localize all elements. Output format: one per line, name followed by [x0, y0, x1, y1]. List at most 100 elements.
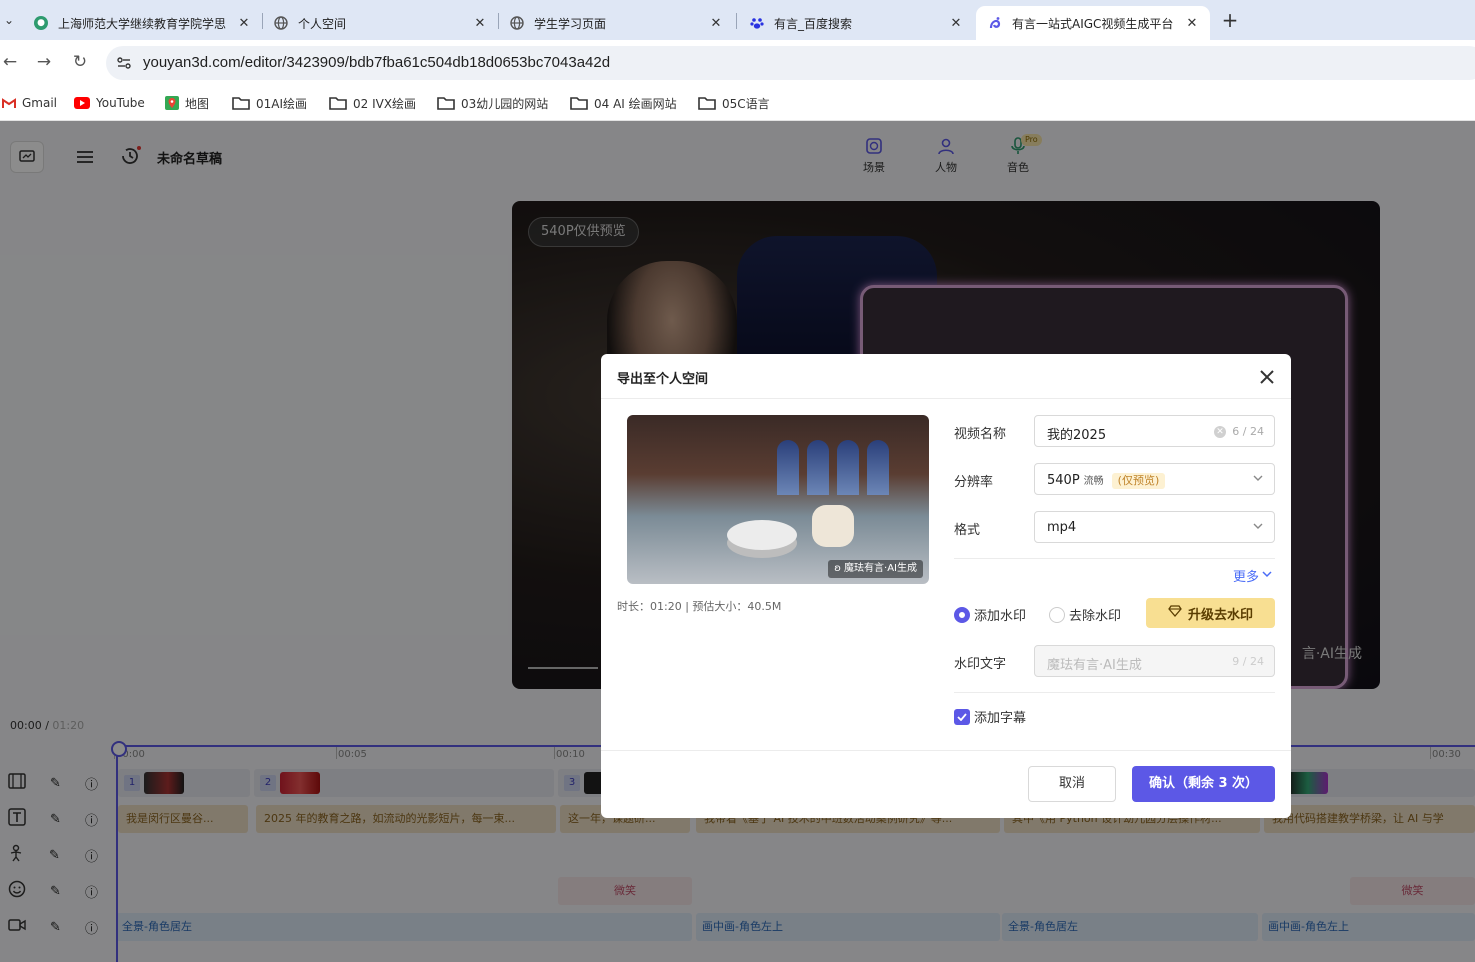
- new-tab-plus-icon[interactable]: +: [1220, 8, 1240, 32]
- dialog-title: 导出至个人空间: [617, 372, 709, 387]
- url-text: youyan3d.com/editor/3423909/bdb7fba61c50…: [143, 54, 611, 71]
- chevron-down-icon: [1252, 520, 1264, 536]
- bookmark-folder[interactable]: 04 AI 绘画网站: [570, 93, 677, 113]
- format-value: mp4: [1047, 520, 1077, 535]
- tab-title: 上海师范大学继续教育学院学思: [58, 16, 227, 31]
- baidu-paw-icon: [750, 16, 764, 30]
- video-name-label: 视频名称: [954, 427, 1007, 442]
- radio-dot-selected: [954, 606, 970, 623]
- bookmarks-bar: Gmail YouTube 地图 01AI绘画 02 IVX绘画 03幼儿园的网…: [0, 85, 1475, 121]
- browser-tab[interactable]: 有言_百度搜索 ✕: [738, 6, 974, 40]
- bookmark-youtube[interactable]: YouTube: [74, 93, 145, 113]
- resolution-label: 分辨率: [954, 475, 994, 490]
- green-circle-icon: ●: [34, 16, 48, 30]
- thumb-arch: [837, 440, 859, 495]
- divider: [954, 692, 1275, 693]
- folder-icon: [232, 96, 250, 110]
- resolution-sub: 流畅: [1083, 476, 1104, 487]
- close-icon[interactable]: ✕: [236, 16, 252, 31]
- watermark-remove-radio[interactable]: 去除水印: [1049, 605, 1121, 624]
- radio-label: 去除水印: [1069, 609, 1122, 624]
- browser-tab-bar: ⌄ ● 上海师范大学继续教育学院学思 ✕ 个人空间 ✕ 学生学习页面 ✕ 有言_…: [0, 0, 1475, 40]
- url-input[interactable]: youyan3d.com/editor/3423909/bdb7fba61c50…: [106, 46, 1475, 80]
- bookmark-label: 05C语言: [722, 96, 770, 111]
- close-icon[interactable]: ✕: [708, 16, 724, 31]
- format-select[interactable]: mp4: [1034, 511, 1275, 543]
- bookmark-label: Gmail: [22, 96, 58, 110]
- radio-label: 添加水印: [974, 609, 1027, 624]
- reload-icon[interactable]: ↻: [70, 52, 90, 72]
- dialog-header: 导出至个人空间: [601, 354, 1291, 399]
- youyan-icon: [988, 16, 1002, 30]
- bookmark-label: 03幼儿园的网站: [461, 96, 549, 111]
- tab-title: 个人空间: [298, 16, 347, 31]
- thumb-chair: [812, 505, 854, 547]
- bookmark-label: YouTube: [96, 96, 145, 110]
- checkbox-label: 添加字幕: [974, 711, 1027, 726]
- browser-tab-active[interactable]: 有言一站式AIGC视频生成平台 ✕: [976, 6, 1210, 40]
- resolution-value: 540P 流畅 (仅预览): [1047, 472, 1166, 489]
- dialog-footer: 取消 确认（剩余 3 次）: [601, 750, 1291, 818]
- bookmark-folder[interactable]: 02 IVX绘画: [329, 93, 416, 113]
- globe-icon: [510, 16, 524, 30]
- folder-icon: [329, 96, 347, 110]
- char-counter: 6 / 24: [1232, 425, 1264, 438]
- export-thumbnail: ʚ 魔珐有言·AI生成: [627, 415, 929, 584]
- video-name-value: 我的2025: [1047, 428, 1107, 443]
- divider: [954, 558, 1275, 559]
- format-label: 格式: [954, 523, 981, 538]
- bookmark-gmail[interactable]: Gmail: [2, 93, 57, 113]
- close-icon[interactable]: [1257, 367, 1277, 387]
- chevron-down-icon: [1252, 472, 1264, 488]
- close-icon[interactable]: ✕: [472, 16, 488, 31]
- site-info-icon[interactable]: [116, 55, 132, 71]
- cancel-button[interactable]: 取消: [1028, 766, 1116, 802]
- resolution-select[interactable]: 540P 流畅 (仅预览): [1034, 463, 1275, 495]
- tab-title: 有言一站式AIGC视频生成平台: [1012, 16, 1174, 31]
- maps-icon: [165, 96, 179, 110]
- more-options-link[interactable]: 更多: [1233, 566, 1272, 585]
- tab-title: 有言_百度搜索: [774, 16, 853, 31]
- bookmark-maps[interactable]: 地图: [165, 93, 209, 113]
- folder-icon: [698, 96, 716, 110]
- export-meta: 时长：01:20 | 预估大小：40.5M: [617, 600, 782, 613]
- address-bar-row: ← → ↻ youyan3d.com/editor/3423909/bdb7fb…: [0, 40, 1475, 85]
- thumb-watermark: ʚ 魔珐有言·AI生成: [828, 560, 923, 578]
- radio-dot: [1049, 606, 1065, 623]
- browser-tab[interactable]: 个人空间 ✕: [262, 6, 498, 40]
- chevron-down-icon: [1262, 568, 1272, 583]
- export-dialog: 导出至个人空间 ʚ 魔珐有言·AI生成 时长：01:20 | 预估大小：40.5…: [601, 354, 1291, 818]
- forward-arrow-icon[interactable]: →: [34, 52, 54, 72]
- tab-search-chevron-icon[interactable]: ⌄: [0, 10, 18, 30]
- browser-tab[interactable]: ● 上海师范大学继续教育学院学思 ✕: [22, 6, 262, 40]
- watermark-add-radio[interactable]: 添加水印: [954, 605, 1026, 624]
- confirm-button[interactable]: 确认（剩余 3 次）: [1132, 766, 1275, 802]
- preview-only-tag: (仅预览): [1111, 473, 1166, 489]
- folder-icon: [437, 96, 455, 110]
- back-arrow-icon[interactable]: ←: [0, 52, 20, 72]
- close-icon[interactable]: ✕: [1184, 16, 1200, 31]
- thumb-arch: [867, 440, 889, 495]
- thumb-arch: [777, 440, 799, 495]
- upgrade-remove-watermark-button[interactable]: 升级去水印: [1146, 598, 1275, 628]
- video-name-input[interactable]: 我的2025 ✕ 6 / 24: [1034, 415, 1275, 447]
- youyan-logo-icon: ʚ: [834, 563, 841, 574]
- gmail-icon: [2, 97, 16, 109]
- watermark-text-input: 魔珐有言·AI生成 9 / 24: [1034, 645, 1275, 677]
- add-subtitle-checkbox[interactable]: 添加字幕: [954, 707, 1026, 726]
- globe-icon: [274, 16, 288, 30]
- bookmark-folder[interactable]: 05C语言: [698, 93, 770, 113]
- upgrade-label: 升级去水印: [1187, 607, 1253, 623]
- bookmark-folder[interactable]: 01AI绘画: [232, 93, 307, 113]
- clear-icon[interactable]: ✕: [1214, 426, 1226, 438]
- close-icon[interactable]: ✕: [948, 16, 964, 31]
- browser-tab[interactable]: 学生学习页面 ✕: [498, 6, 734, 40]
- thumb-arch: [807, 440, 829, 495]
- tab-divider: [736, 13, 737, 29]
- checkbox-checked-icon: [954, 708, 970, 725]
- resolution-main: 540P: [1047, 473, 1080, 488]
- youtube-icon: [74, 97, 90, 109]
- bookmark-folder[interactable]: 03幼儿园的网站: [437, 93, 548, 113]
- tab-title: 学生学习页面: [534, 16, 607, 31]
- diamond-icon: [1168, 605, 1182, 621]
